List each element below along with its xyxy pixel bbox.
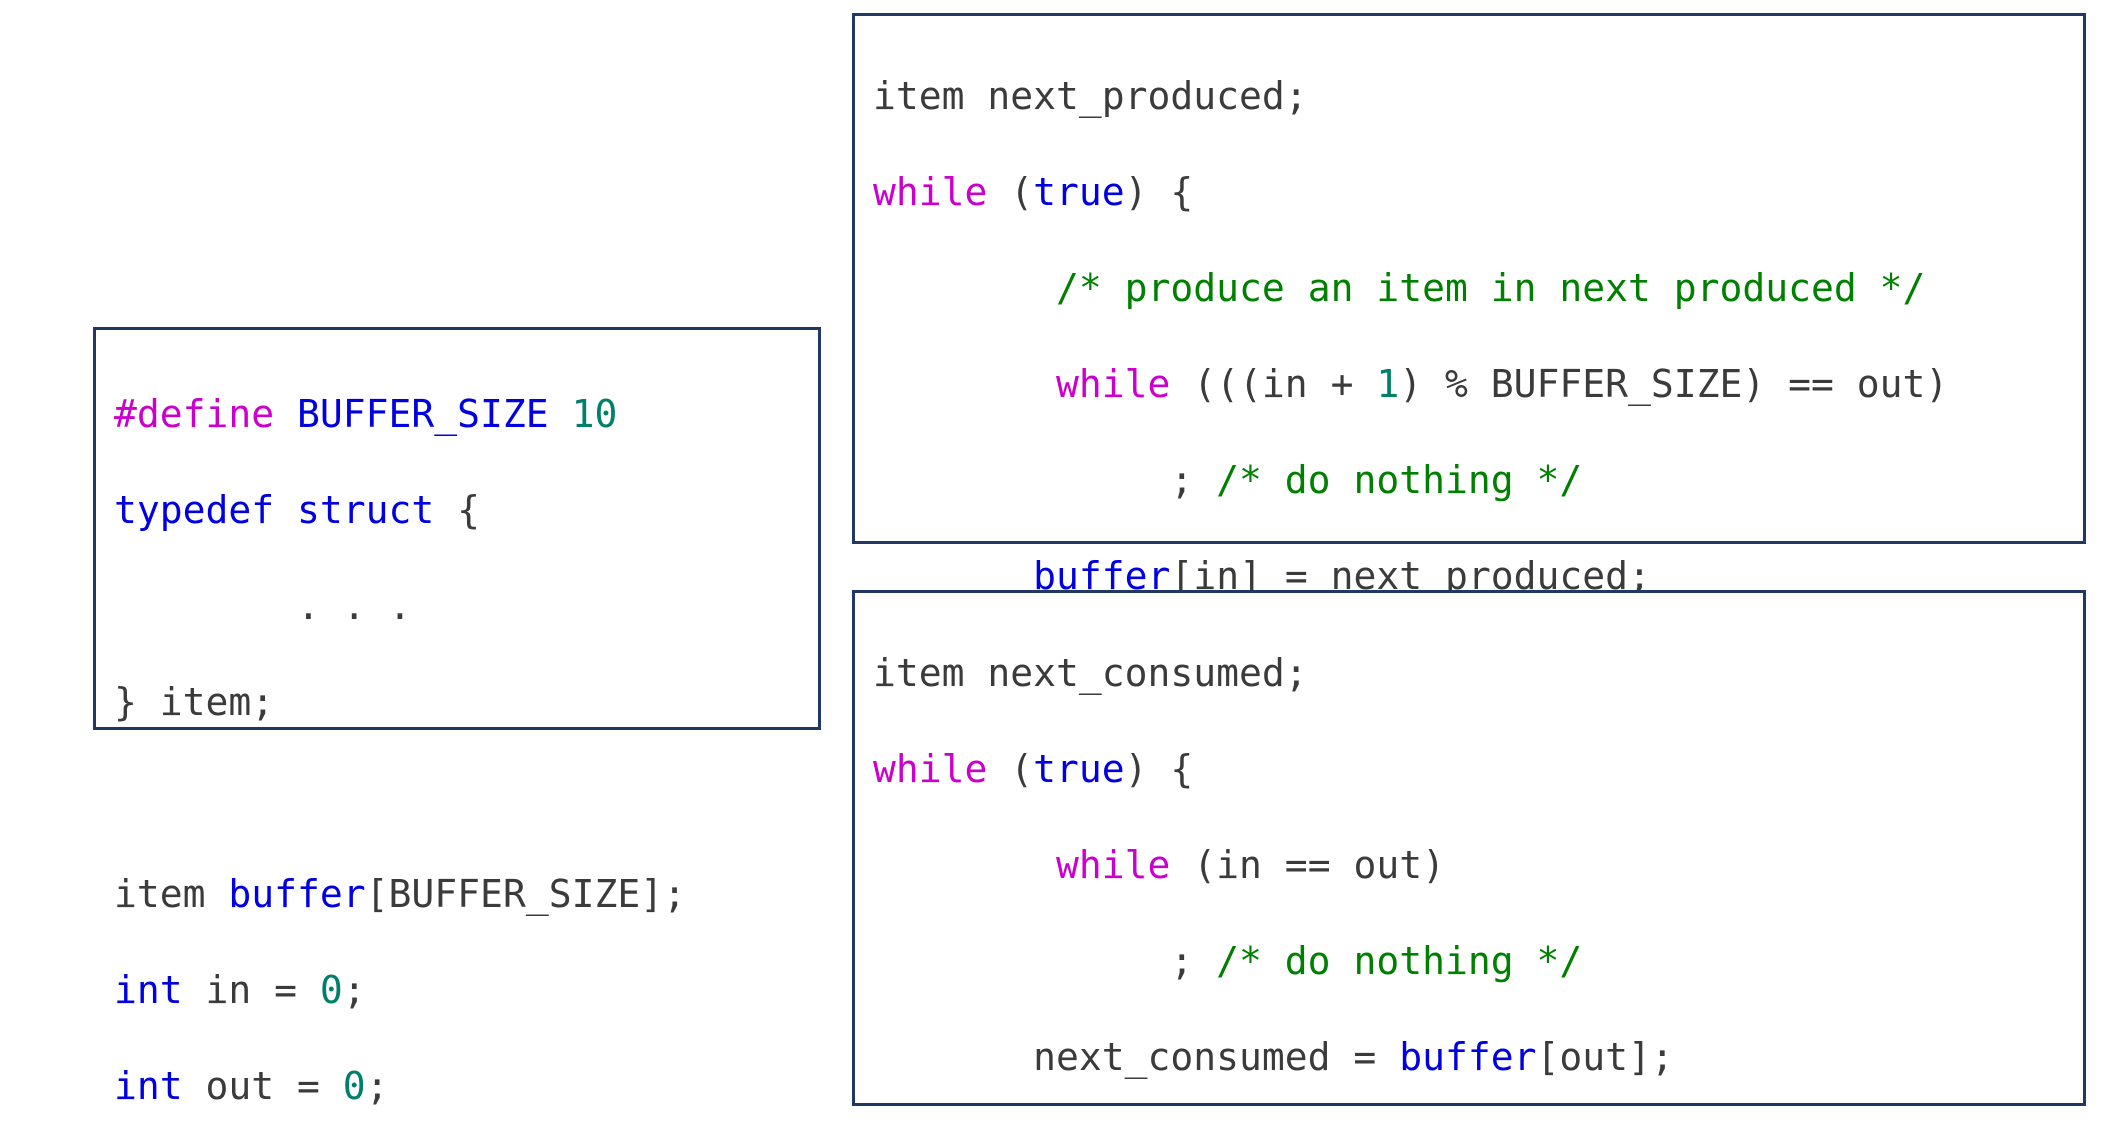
code-line: #define BUFFER_SIZE 10 xyxy=(114,390,818,438)
code-token-plain: ; xyxy=(873,458,1217,502)
code-token-plain: ( xyxy=(987,747,1034,791)
code-token-comment: /* produce an item in next produced */ xyxy=(1056,266,1926,310)
code-token-plain: item next_consumed; xyxy=(873,651,1308,695)
code-token-plain: ) % BUFFER_SIZE) == out) xyxy=(1399,362,1949,406)
code-token-plain: ) { xyxy=(1124,170,1194,214)
code-token-plain: } item; xyxy=(114,680,275,724)
producer-code-box: item next_produced; while (true) { /* pr… xyxy=(852,13,2086,790)
code-line: item next_consumed; xyxy=(873,649,2083,697)
code-line: int out = 0; xyxy=(114,1062,818,1110)
code-line: int in = 0; xyxy=(114,966,818,1014)
code-line: } item; xyxy=(114,678,818,726)
code-token-type: int xyxy=(114,1064,183,1108)
code-token-plain: (((in + xyxy=(1170,362,1377,406)
consumer-code-box: item next_consumed; while (true) { while… xyxy=(852,590,2086,1106)
code-token-keyword: while xyxy=(1056,843,1171,887)
code-token-plain: ; xyxy=(342,968,366,1012)
code-token-type: typedef struct xyxy=(114,488,435,532)
code-token-number: 0 xyxy=(319,968,343,1012)
code-token-comment: /* do nothing */ xyxy=(1216,458,1583,502)
code-token-plain: in = xyxy=(182,968,320,1012)
code-token-type: int xyxy=(114,968,183,1012)
code-token-plain: (in == out) xyxy=(1170,843,1445,887)
code-line: while (in == out) xyxy=(873,841,2083,889)
code-line: while (((in + 1) % BUFFER_SIZE) == out) xyxy=(873,360,2083,408)
code-token-const: true xyxy=(1033,747,1125,791)
code-token-preproc: #define xyxy=(114,392,298,436)
code-line: while (true) { xyxy=(873,745,2083,793)
code-token-keyword: while xyxy=(873,170,988,214)
shared-data-code-listing: #define BUFFER_SIZE 10 typedef struct { … xyxy=(96,368,818,1110)
code-token-type: BUFFER_SIZE xyxy=(297,392,572,436)
code-token-const: true xyxy=(1033,170,1125,214)
code-line: /* produce an item in next produced */ xyxy=(873,264,2083,312)
code-token-plain: ( xyxy=(987,170,1034,214)
code-token-plain: ) { xyxy=(1124,747,1194,791)
code-token-plain: [BUFFER_SIZE]; xyxy=(365,872,686,916)
code-line: ; /* do nothing */ xyxy=(873,456,2083,504)
code-token-plain: next_consumed = xyxy=(873,1035,1400,1079)
code-token-number: 0 xyxy=(342,1064,366,1108)
code-token-keyword: while xyxy=(873,747,988,791)
code-token-plain: item xyxy=(114,872,229,916)
slide-canvas: #define BUFFER_SIZE 10 typedef struct { … xyxy=(0,0,2118,1122)
code-line: next_consumed = buffer[out]; xyxy=(873,1033,2083,1081)
code-token-plain: . . . xyxy=(114,584,412,628)
consumer-code-listing: item next_consumed; while (true) { while… xyxy=(855,631,2083,1122)
code-line: ; /* do nothing */ xyxy=(873,937,2083,985)
code-token-plain: ; xyxy=(365,1064,389,1108)
code-line: while (true) { xyxy=(873,168,2083,216)
code-token-ident: buffer xyxy=(228,872,366,916)
code-token-plain: [out]; xyxy=(1536,1035,1674,1079)
code-line: item next_produced; xyxy=(873,72,2083,120)
code-token-number: 1 xyxy=(1376,362,1400,406)
code-token-keyword: while xyxy=(1056,362,1171,406)
code-token-ident: buffer xyxy=(1399,1035,1537,1079)
code-token-plain: item next_produced; xyxy=(873,74,1308,118)
code-line: typedef struct { xyxy=(114,486,818,534)
code-token-comment: /* do nothing */ xyxy=(1216,939,1583,983)
code-line: . . . xyxy=(114,582,818,630)
code-line: item buffer[BUFFER_SIZE]; xyxy=(114,870,818,918)
code-token-plain: out = xyxy=(182,1064,343,1108)
code-token-number: 10 xyxy=(571,392,618,436)
shared-data-code-box: #define BUFFER_SIZE 10 typedef struct { … xyxy=(93,327,821,1108)
code-token-plain: { xyxy=(434,488,481,532)
code-token-plain: ; xyxy=(873,939,1217,983)
